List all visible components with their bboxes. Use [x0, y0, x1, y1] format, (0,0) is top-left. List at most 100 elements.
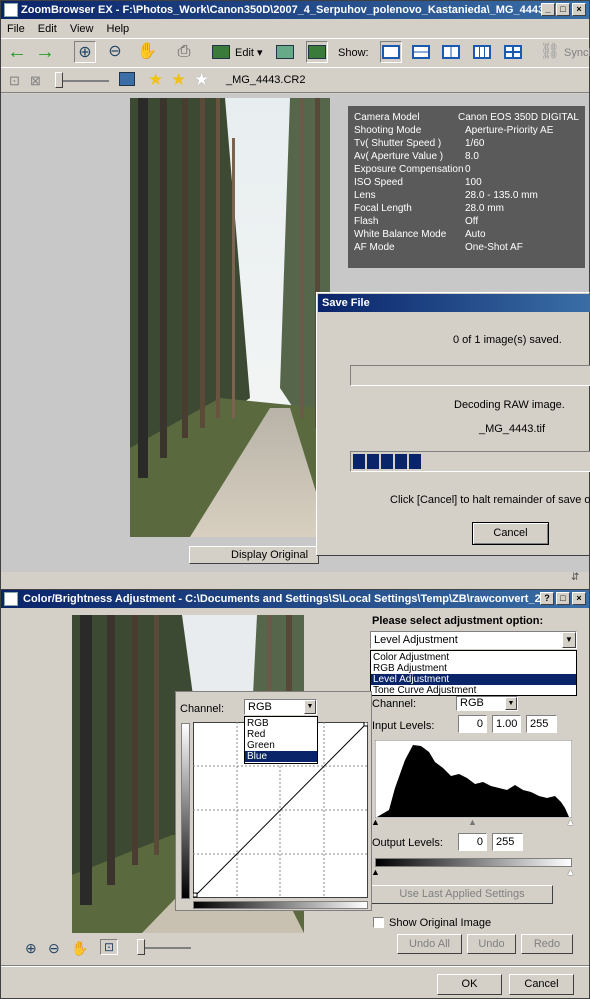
adjust-zoom-in-icon[interactable]: ⊕ [25, 940, 37, 957]
channel-option-blue[interactable]: Blue [245, 751, 317, 762]
exif-value: Off [465, 216, 479, 227]
back-arrow-icon[interactable]: ← [6, 41, 28, 63]
output-black-marker-icon[interactable]: ▲ [371, 867, 380, 877]
channel-option-green[interactable]: Green [245, 740, 317, 751]
option-rgb-adjustment[interactable]: RGB Adjustment [371, 663, 576, 674]
exif-label: Focal Length [354, 203, 412, 214]
undo-button[interactable]: Undo [467, 934, 516, 954]
edit-image-icon[interactable] [210, 41, 232, 63]
exif-label: Tv( Shutter Speed ) [354, 138, 442, 149]
zoom-slider-thumb[interactable] [55, 72, 63, 88]
exif-label: Flash [354, 216, 379, 227]
exif-label: Lens [354, 190, 376, 201]
star-1-icon[interactable]: ★ [148, 70, 163, 90]
channel-option-rgb[interactable]: RGB [245, 718, 317, 729]
hand-tool-icon[interactable]: ✋ [136, 41, 158, 63]
dialog-footer-divider [1, 965, 589, 967]
exif-value: Auto [465, 229, 486, 240]
zoom-slider[interactable] [55, 72, 109, 88]
output-file-text: _MG_4443.tif [479, 423, 546, 435]
horizontal-scrollbar[interactable]: ⇵ [1, 572, 589, 584]
forward-arrow-icon[interactable]: → [34, 41, 56, 63]
main-window-title: ZoomBrowser EX - F:\Photos_Work\Canon350… [21, 4, 570, 16]
adjustment-option-select[interactable]: Level Adjustment ▼ [370, 631, 577, 649]
curve-channel-arrow[interactable]: ▼ [304, 700, 316, 714]
star-2-icon[interactable]: ★ [171, 70, 186, 90]
edit-label: Edit [235, 47, 254, 59]
adjustment-dropdown-arrow[interactable]: ▼ [562, 632, 576, 648]
ok-button[interactable]: OK [437, 974, 502, 995]
option-tone-curve-adjustment[interactable]: Tone Curve Adjustment [371, 685, 576, 696]
adjust-help-button[interactable]: ? [540, 592, 554, 605]
layout-horizontal-icon[interactable] [410, 41, 432, 63]
fit-icon[interactable]: ⊡ [9, 73, 20, 89]
adjust-cancel-button[interactable]: Cancel [509, 974, 574, 995]
view-single-icon[interactable] [306, 41, 328, 63]
minimize-button[interactable]: _ [541, 3, 555, 16]
undo-all-button[interactable]: Undo All [397, 934, 462, 954]
adjust-zoom-thumb[interactable] [137, 939, 145, 955]
exif-value: 8.0 [465, 151, 479, 162]
redo-button[interactable]: Redo [521, 934, 573, 954]
output-white-marker-icon[interactable]: ▲ [566, 867, 575, 877]
menu-bar: File Edit View Help [7, 22, 139, 36]
exif-value: 28.0 - 135.0 mm [465, 190, 538, 201]
synch-icon[interactable]: ⛓ [539, 41, 561, 63]
layout-single-icon[interactable] [380, 41, 402, 63]
adjust-zoom-slider[interactable] [137, 939, 191, 955]
input-gamma-marker-icon[interactable]: ▲ [468, 817, 477, 827]
adjust-maximize-button[interactable]: □ [556, 592, 570, 605]
exif-row: Av( Aperture Value ) 8.0 [354, 150, 579, 163]
input-white-marker-icon[interactable]: ▲ [566, 817, 575, 827]
menu-file[interactable]: File [7, 23, 25, 35]
star-3-icon[interactable]: ★ [194, 70, 209, 90]
print-icon[interactable]: ⎙ [173, 41, 195, 63]
input-black-marker-icon[interactable]: ▲ [371, 817, 380, 827]
maximize-button[interactable]: □ [556, 3, 570, 16]
adjust-hand-icon[interactable]: ✋ [71, 940, 88, 957]
output-level-black[interactable]: 0 [458, 833, 487, 851]
properties-icon[interactable] [119, 72, 135, 86]
menu-help[interactable]: Help [107, 23, 130, 35]
show-original-checkbox[interactable] [373, 917, 384, 928]
exif-row: Exposure Compensation 0 [354, 163, 579, 176]
zoom-in-icon[interactable]: ⊕ [74, 41, 96, 63]
exif-value: 1/60 [465, 138, 485, 149]
input-level-gamma[interactable]: 1.00 [492, 715, 521, 733]
menu-edit[interactable]: Edit [38, 23, 57, 35]
adjustment-option-list: Color Adjustment RGB Adjustment Level Ad… [370, 650, 577, 696]
option-color-adjustment[interactable]: Color Adjustment [371, 652, 576, 663]
adjust-app-icon [4, 592, 18, 606]
exif-label: Shooting Mode [354, 125, 422, 136]
input-level-black[interactable]: 0 [458, 715, 487, 733]
adjust-close-button[interactable]: × [572, 592, 586, 605]
zoom-out-icon[interactable]: ⊖ [104, 41, 126, 63]
view-grid-icon[interactable] [274, 41, 296, 63]
use-last-settings-button[interactable]: Use Last Applied Settings [371, 885, 553, 904]
resize-grip-icon[interactable]: ⇵ [571, 572, 579, 583]
save-cancel-button[interactable]: Cancel [472, 522, 549, 545]
exif-row: AF Mode One-Shot AF [354, 241, 579, 254]
layout-quad-icon[interactable] [502, 41, 524, 63]
display-original-label: Display Original Imag [231, 549, 309, 561]
close-button[interactable]: × [572, 3, 586, 16]
redo-label: Redo [533, 938, 561, 950]
input-level-white[interactable]: 255 [526, 715, 557, 733]
output-level-white[interactable]: 255 [492, 833, 523, 851]
channel-dropdown-arrow[interactable]: ▼ [505, 697, 517, 710]
actual-size-icon[interactable]: ⊠ [30, 73, 41, 89]
option-level-adjustment[interactable]: Level Adjustment [371, 674, 576, 685]
display-original-button[interactable]: Display Original Imag [189, 546, 319, 564]
curve-channel-select[interactable]: RGB ▼ [244, 699, 317, 715]
exif-value: 28.0 mm [465, 203, 504, 214]
layout-vertical-icon[interactable] [440, 41, 462, 63]
edit-menu-button[interactable]: Edit ▾ [235, 46, 263, 59]
layout-three-icon[interactable] [471, 41, 493, 63]
adjust-fit-icon[interactable]: ⊡ [100, 939, 118, 955]
adjust-zoom-out-icon[interactable]: ⊖ [48, 940, 60, 957]
channel-option-red[interactable]: Red [245, 729, 317, 740]
output-gradient-bar [375, 858, 572, 867]
channel-select[interactable]: RGB ▼ [456, 696, 518, 711]
menu-view[interactable]: View [70, 23, 94, 35]
progress-segment [381, 454, 393, 469]
